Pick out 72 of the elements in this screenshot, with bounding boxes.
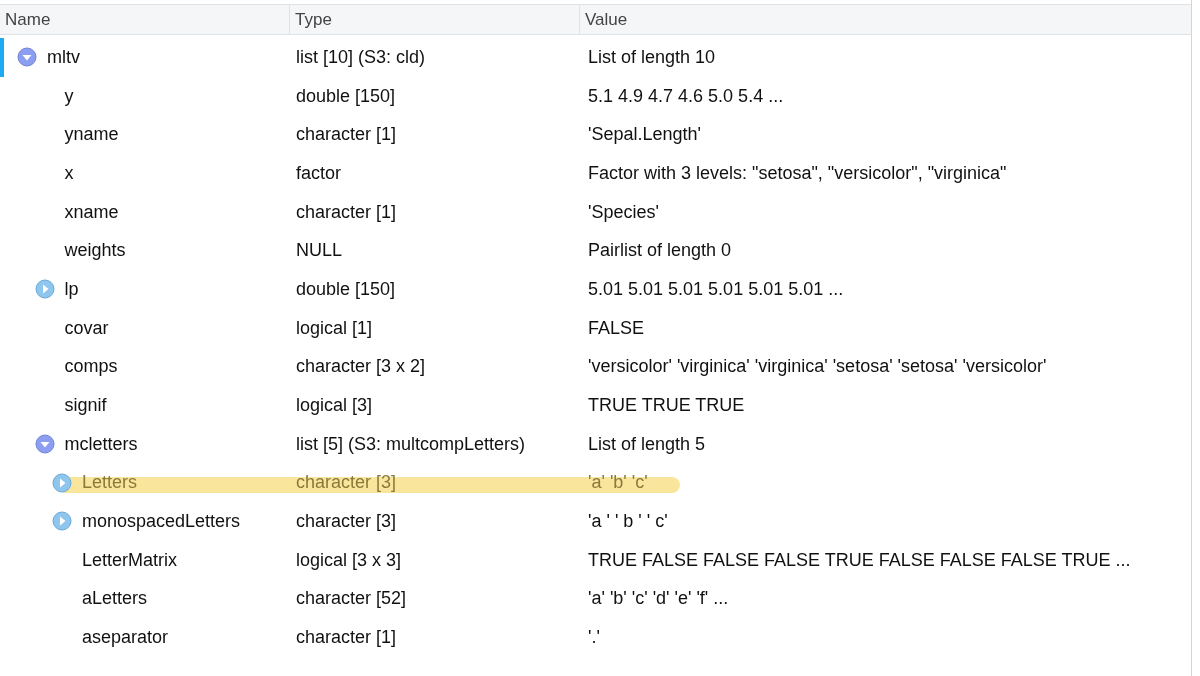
tree-row[interactable]: lp double [150] 5.01 5.01 5.01 5.01 5.01 5.01 ...	[0, 270, 1191, 309]
type-cell: double [150]	[296, 85, 396, 106]
tree-row[interactable]: weights NULL Pairlist of length 0	[0, 231, 1191, 271]
type-cell: character [3]	[296, 511, 397, 532]
value-cell: TRUE TRUE TRUE	[588, 395, 745, 416]
tree-row[interactable]: x factor Factor with 3 levels: "setosa", "versicolor", "virginica"	[0, 154, 1191, 193]
type-cell: double [150]	[296, 278, 396, 299]
tree-row[interactable]: Letters character [3] 'a' 'b' 'c'	[0, 463, 1191, 503]
type-cell: factor	[296, 162, 342, 183]
type-cell: logical [3]	[296, 395, 373, 416]
variable-name: aseparator	[82, 626, 169, 650]
tree-row[interactable]: comps character [3 x 2] 'versicolor' 'virginica' 'virginica' 'setosa' 'setosa' 'versicolor'	[0, 347, 1191, 387]
variable-name: Letters	[82, 471, 138, 495]
variable-name: signif	[64, 394, 107, 418]
type-cell: NULL	[296, 240, 343, 261]
value-cell: Factor with 3 levels: "setosa", "versicolor", "virginica"	[588, 162, 1007, 183]
type-cell: character [1]	[296, 627, 397, 648]
type-cell: list [10] (S3: cld)	[296, 46, 426, 67]
tree-row[interactable]: LetterMatrix logical [3 x 3] TRUE FALSE FALSE FALSE TRUE FALSE FALSE FALSE TRUE ...	[0, 540, 1191, 580]
collapse-toggle-icon[interactable]	[34, 433, 55, 454]
variable-name: x	[64, 161, 74, 185]
expand-toggle-icon[interactable]	[34, 279, 55, 300]
tree-row[interactable]: mcletters list [5] (S3: multcompLetters) List of length 5	[0, 424, 1191, 464]
collapse-toggle-icon[interactable]	[17, 47, 37, 67]
tree-row[interactable]: monospacedLetters character [3] 'a ' ' b ' ' c'	[0, 502, 1191, 541]
value-cell: 'versicolor' 'virginica' 'virginica' 'setosa' 'setosa' 'versicolor'	[588, 356, 1047, 377]
value-cell: 'a' 'b' 'c'	[588, 472, 648, 493]
value-cell: Pairlist of length 0	[588, 240, 732, 261]
value-cell: 'a' 'b' 'c' 'd' 'e' 'f' ...	[588, 588, 729, 609]
variable-name: xname	[64, 200, 119, 224]
variable-name: y	[64, 84, 74, 108]
type-cell: logical [3 x 3]	[296, 549, 402, 570]
tree-row[interactable]: xname character [1] 'Species'	[0, 192, 1191, 232]
column-header[interactable]: Name	[0, 5, 290, 34]
variable-name: mcletters	[64, 432, 138, 456]
expand-toggle-icon[interactable]	[52, 511, 72, 532]
variable-name: monospacedLetters	[82, 510, 241, 534]
value-cell: 'a ' ' b ' ' c'	[588, 511, 668, 532]
tree-row[interactable]: signif logical [3] TRUE TRUE TRUE	[0, 386, 1191, 425]
type-cell: character [3]	[296, 472, 397, 493]
value-cell: 'Species'	[588, 201, 659, 222]
variable-name: lp	[64, 277, 79, 301]
type-cell: character [3 x 2]	[296, 356, 426, 377]
value-cell: FALSE	[588, 317, 645, 338]
value-cell: List of length 10	[588, 46, 716, 67]
value-cell: '.'	[588, 627, 600, 648]
column-header[interactable]: Type	[290, 5, 580, 34]
type-cell: list [5] (S3: multcompLetters)	[296, 433, 526, 454]
type-cell: character [1]	[296, 201, 397, 222]
variable-name: LetterMatrix	[82, 548, 178, 572]
column-header[interactable]: Value	[580, 5, 1191, 34]
type-cell: logical [1]	[296, 317, 373, 338]
value-cell: TRUE FALSE FALSE FALSE TRUE FALSE FALSE FALSE TRUE ...	[588, 549, 1131, 570]
tree-row[interactable]: aseparator character [1] '.'	[0, 618, 1191, 657]
variable-name: comps	[64, 355, 118, 379]
variable-name: mltv	[47, 45, 80, 69]
variable-name: yname	[64, 123, 119, 147]
tree-row[interactable]: covar logical [1] FALSE	[0, 308, 1191, 348]
tree-row[interactable]: aLetters character [52] 'a' 'b' 'c' 'd' 'e' 'f' ...	[0, 579, 1191, 619]
tree-row[interactable]: yname character [1] 'Sepal.Length'	[0, 115, 1191, 155]
type-cell: character [52]	[296, 588, 407, 609]
tree-row[interactable]: y double [150] 5.1 4.9 4.7 4.6 5.0 5.4 ...	[0, 76, 1191, 116]
type-cell: character [1]	[296, 124, 397, 145]
value-cell: 5.1 4.9 4.7 4.6 5.0 5.4 ...	[588, 85, 784, 106]
value-cell: List of length 5	[588, 433, 706, 454]
expand-toggle-icon[interactable]	[52, 472, 72, 493]
tree-row[interactable]: mltv list [10] (S3: cld) List of length 10	[0, 38, 1191, 77]
variable-name: aLetters	[82, 587, 148, 611]
value-cell: 5.01 5.01 5.01 5.01 5.01 5.01 ...	[588, 278, 844, 299]
variable-name: weights	[64, 239, 126, 263]
value-cell: 'Sepal.Length'	[588, 124, 701, 145]
variable-name: covar	[64, 316, 109, 340]
